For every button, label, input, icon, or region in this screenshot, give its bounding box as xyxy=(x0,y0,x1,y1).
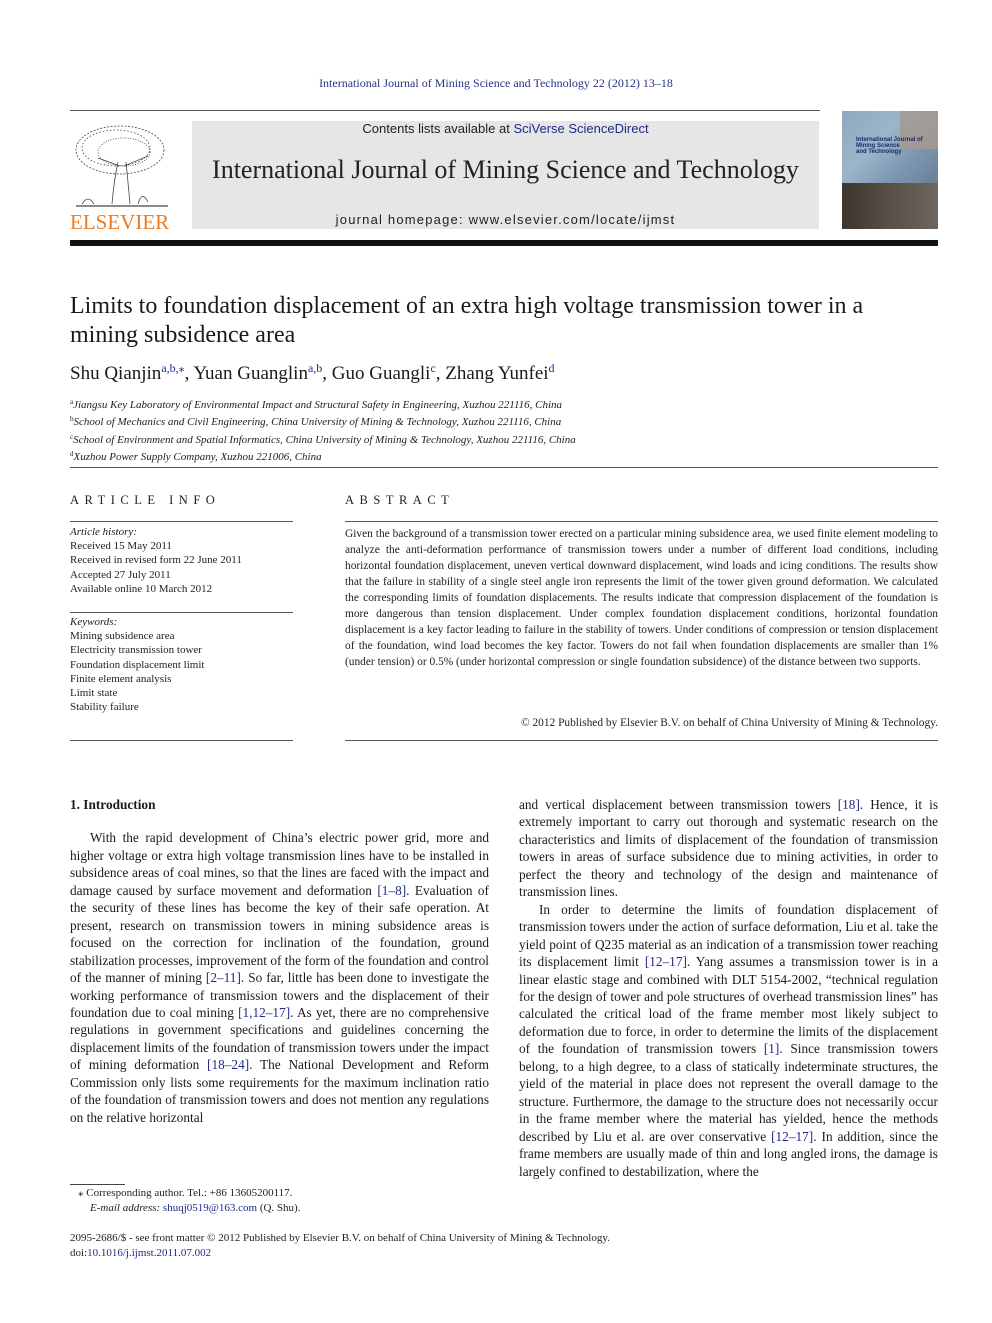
author[interactable]: Zhang Yunfeid xyxy=(445,361,554,384)
author[interactable]: Yuan Guanglina,b, xyxy=(193,361,331,384)
paragraph: In order to determine the limits of foun… xyxy=(519,901,938,1179)
keyword: Foundation displacement limit xyxy=(70,658,205,671)
citation-link[interactable]: [1–8] xyxy=(377,883,406,898)
divider xyxy=(70,612,293,613)
history-item: Accepted 27 July 2011 xyxy=(70,568,171,581)
homepage-line: journal homepage: www.elsevier.com/locat… xyxy=(335,212,676,227)
body-column-right: and vertical displacement between transm… xyxy=(519,796,938,1180)
article-title: Limits to foundation displacement of an … xyxy=(70,293,864,348)
affiliation: bSchool of Mechanics and Civil Engineeri… xyxy=(70,415,562,429)
keyword: Limit state xyxy=(70,687,118,700)
citation-link[interactable]: [12–17] xyxy=(645,954,687,969)
keyword: Electricity transmission tower xyxy=(70,644,202,657)
top-rule xyxy=(70,110,820,111)
author-list: Shu Qianjina,b,⁎, Yuan Guanglina,b, Guo … xyxy=(70,361,555,385)
abstract-copyright: © 2012 Published by Elsevier B.V. on beh… xyxy=(520,717,938,729)
divider xyxy=(70,740,293,741)
affiliation: cSchool of Environment and Spatial Infor… xyxy=(70,432,576,446)
citation-link[interactable]: [1,12–17] xyxy=(238,1005,290,1020)
abstract-text: Given the background of a transmission t… xyxy=(345,528,938,668)
elsevier-logo: ELSEVIER xyxy=(68,122,172,234)
section-heading: 1. Introduction xyxy=(70,797,156,812)
citation-link[interactable]: [1] xyxy=(764,1041,780,1056)
cover-title: International Journal of Mining Science … xyxy=(856,137,923,155)
divider xyxy=(70,467,938,468)
affiliations: aJiangsu Key Laboratory of Environmental… xyxy=(70,395,576,464)
keywords: Keywords: Mining subsidence area Electri… xyxy=(70,615,295,714)
history-item: Received 15 May 2011 xyxy=(70,540,172,553)
abstract-heading: ABSTRACT xyxy=(345,493,455,507)
author[interactable]: Shu Qianjina,b,⁎, xyxy=(70,361,193,384)
footnote: ⁎ Corresponding author. Tel.: +86 136052… xyxy=(78,1187,301,1214)
homepage-url[interactable]: www.elsevier.com/locate/ijmst xyxy=(469,212,676,227)
affiliation: dXuzhou Power Supply Company, Xuzhou 221… xyxy=(70,449,322,463)
article-info-heading: ARTICLE INFO xyxy=(70,493,221,507)
imprint: 2095-2686/$ - see front matter © 2012 Pu… xyxy=(70,1232,610,1259)
doi-link[interactable]: 10.1016/j.ijmst.2011.07.002 xyxy=(87,1247,211,1259)
citation-link[interactable]: [2–11] xyxy=(206,970,241,985)
email-link[interactable]: shuqj0519@163.com xyxy=(163,1202,257,1214)
footnote-rule xyxy=(70,1184,125,1185)
elsevier-wordmark: ELSEVIER xyxy=(70,210,170,234)
keyword: Finite element analysis xyxy=(70,672,172,685)
divider xyxy=(345,521,938,522)
citation-link[interactable]: [18–24] xyxy=(207,1057,249,1072)
article-history: Article history: Received 15 May 2011 Re… xyxy=(70,525,295,596)
keyword: Stability failure xyxy=(70,701,139,714)
history-item: Received in revised form 22 June 2011 xyxy=(70,554,242,567)
divider xyxy=(70,521,293,522)
paragraph: With the rapid development of China’s el… xyxy=(70,830,489,1125)
body-column-left: 1. Introduction With the rapid developme… xyxy=(70,796,489,1126)
sciencedirect-link[interactable]: SciVerse ScienceDirect xyxy=(513,121,648,136)
citation-link[interactable]: [12–17] xyxy=(771,1129,813,1144)
masthead-thick-rule xyxy=(70,240,938,246)
journal-cover-thumbnail: International Journal of Mining Science … xyxy=(842,111,938,229)
affiliation: aJiangsu Key Laboratory of Environmental… xyxy=(70,398,563,411)
divider xyxy=(345,740,938,741)
paragraph: and vertical displacement between transm… xyxy=(519,797,938,900)
journal-banner: Contents lists available at SciVerse Sci… xyxy=(192,121,819,229)
keyword: Mining subsidence area xyxy=(70,630,175,643)
tree-icon xyxy=(75,125,168,207)
history-item: Available online 10 March 2012 xyxy=(70,582,213,595)
author[interactable]: Guo Guanglic, xyxy=(332,361,446,384)
contents-line: Contents lists available at SciVerse Sci… xyxy=(362,121,649,136)
running-head: International Journal of Mining Science … xyxy=(319,76,673,90)
journal-title: International Journal of Mining Science … xyxy=(212,155,799,184)
citation-link[interactable]: [18] xyxy=(838,797,860,812)
